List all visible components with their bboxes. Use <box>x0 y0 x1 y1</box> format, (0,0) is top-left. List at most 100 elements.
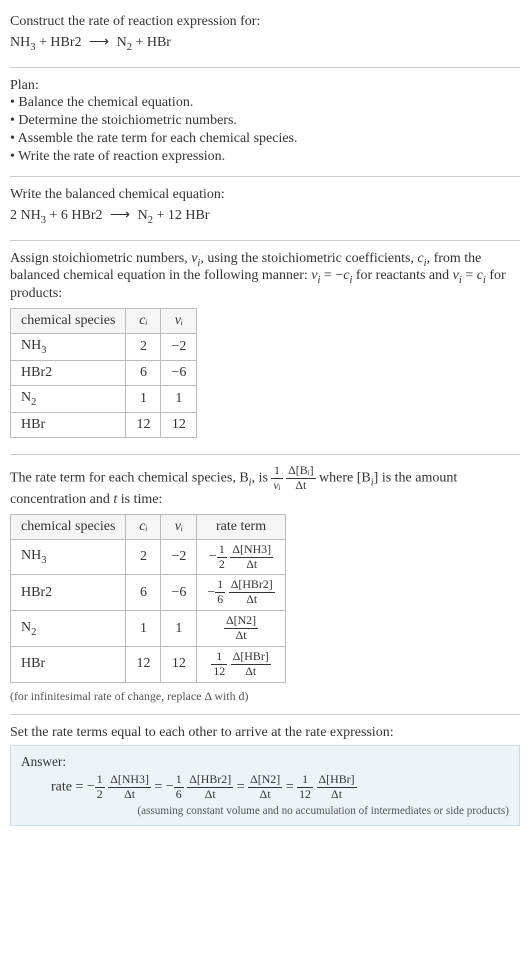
fraction: 16 <box>215 579 225 606</box>
table-cell: 12 <box>126 647 161 683</box>
table-cell: 6 <box>126 575 161 611</box>
table-cell: 6 <box>126 360 161 385</box>
frac-den: νᵢ <box>271 479 282 492</box>
frac-den: Δt <box>229 593 275 606</box>
rate-term: Δ[N2]Δt <box>248 779 282 794</box>
eq-text: 2 NH <box>10 208 41 223</box>
plan-bullet: • Balance the chemical equation. <box>10 94 520 112</box>
intro-equation: NH3 + HBr2 ⟶ N2 + HBr <box>10 34 520 53</box>
balanced-title: Write the balanced chemical equation: <box>10 187 520 203</box>
frac-num: Δ[HBr] <box>317 774 357 788</box>
fraction: Δ[HBr]Δt <box>231 651 271 678</box>
table-row: HBr 12 12 <box>11 412 197 437</box>
fraction: Δ[N2]Δt <box>224 615 258 642</box>
text: The rate term for each chemical species,… <box>10 470 249 485</box>
divider <box>10 176 520 177</box>
table-cell: 1 <box>161 611 197 647</box>
plan-bullet: • Assemble the rate term for each chemic… <box>10 130 520 148</box>
table-cell: −2 <box>161 539 197 575</box>
eq-text: + HBr <box>132 35 171 50</box>
frac-den: Δt <box>230 558 273 571</box>
cell-sub: 3 <box>41 345 46 356</box>
rate-term-text: The rate term for each chemical species,… <box>10 465 520 508</box>
infinitesimal-note: (for infinitesimal rate of change, repla… <box>10 689 520 704</box>
sign: − <box>87 779 95 794</box>
cell-sub: 3 <box>41 555 46 566</box>
table-header-row: chemical species cᵢ νᵢ <box>11 309 197 334</box>
frac-den: 6 <box>174 788 184 801</box>
text: where [B <box>319 470 371 485</box>
table-cell: 2 <box>126 539 161 575</box>
frac-den: Δt <box>108 788 151 801</box>
table-cell: −2 <box>161 334 197 361</box>
stoich-text: Assign stoichiometric numbers, νi, using… <box>10 251 520 303</box>
eq-text: N <box>134 208 148 223</box>
frac-den: 2 <box>95 788 105 801</box>
header-text: cᵢ <box>139 519 147 534</box>
frac-num: 1 <box>174 774 184 788</box>
table-row: N2 1 1 <box>11 385 197 412</box>
table-cell: N2 <box>11 385 126 412</box>
table-header: chemical species <box>11 309 126 334</box>
frac-den: 6 <box>215 593 225 606</box>
balanced-equation: 2 NH3 + 6 HBr2 ⟶ N2 + 12 HBr <box>10 207 520 226</box>
table-row: N2 1 1 Δ[N2]Δt <box>11 611 286 647</box>
balanced-section: Write the balanced chemical equation: 2 … <box>10 181 520 236</box>
header-text: νᵢ <box>175 313 183 328</box>
frac-den: Δt <box>248 788 282 801</box>
frac-num: 1 <box>215 579 225 593</box>
table-row: NH3 2 −2 −12 Δ[NH3]Δt <box>11 539 286 575</box>
frac-num: Δ[NH3] <box>108 774 151 788</box>
table-cell: −16 Δ[HBr2]Δt <box>197 575 285 611</box>
fraction: 112 <box>211 651 227 678</box>
rate-term-table: chemical species cᵢ νᵢ rate term NH3 2 −… <box>10 514 286 683</box>
table-cell: Δ[N2]Δt <box>197 611 285 647</box>
fraction: Δ[HBr2]Δt <box>187 774 233 801</box>
plan-title: Plan: <box>10 78 520 94</box>
table-cell: 12 <box>161 647 197 683</box>
table-header: νᵢ <box>161 514 197 539</box>
rate-term: −16 Δ[HBr2]Δt <box>166 779 233 794</box>
eq-text: + HBr2 <box>35 35 85 50</box>
table-row: HBr2 6 −6 −16 Δ[HBr2]Δt <box>11 575 286 611</box>
eq-text: + 6 HBr2 <box>46 208 106 223</box>
table-cell: NH3 <box>11 539 126 575</box>
cell-text: N <box>21 390 31 405</box>
rate-label: rate = <box>51 779 87 794</box>
rate-term: −12 Δ[NH3]Δt <box>87 779 151 794</box>
divider <box>10 454 520 455</box>
fraction: Δ[HBr]Δt <box>317 774 357 801</box>
answer-note: (assuming constant volume and no accumul… <box>21 805 509 817</box>
frac-num: Δ[N2] <box>224 615 258 629</box>
rate-term-section: The rate term for each chemical species,… <box>10 459 520 710</box>
intro-title: Construct the rate of reaction expressio… <box>10 14 520 30</box>
cell-text: NH <box>21 338 41 353</box>
eq-text: + 12 HBr <box>153 208 210 223</box>
table-cell: HBr2 <box>11 575 126 611</box>
text: for reactants and <box>352 268 452 283</box>
text: Assign stoichiometric numbers, <box>10 251 191 266</box>
table-cell: HBr <box>11 647 126 683</box>
final-section: Set the rate terms equal to each other t… <box>10 719 520 832</box>
frac-den: 2 <box>217 558 227 571</box>
frac-den: Δt <box>187 788 233 801</box>
plan-bullet: • Determine the stoichiometric numbers. <box>10 112 520 130</box>
plan-bullet: • Write the rate of reaction expression. <box>10 148 520 166</box>
plan-section: Plan: • Balance the chemical equation. •… <box>10 72 520 172</box>
frac-den: Δt <box>317 788 357 801</box>
arrow-icon: ⟶ <box>110 208 130 223</box>
stoich-section: Assign stoichiometric numbers, νi, using… <box>10 245 520 450</box>
frac-den: 12 <box>297 788 313 801</box>
answer-equation: rate = −12 Δ[NH3]Δt = −16 Δ[HBr2]Δt = Δ[… <box>51 774 509 801</box>
table-row: HBr 12 12 112 Δ[HBr]Δt <box>11 647 286 683</box>
table-cell: NH3 <box>11 334 126 361</box>
text: = <box>462 268 477 283</box>
table-cell: 112 Δ[HBr]Δt <box>197 647 285 683</box>
frac-den: Δt <box>224 629 258 642</box>
frac-den: Δt <box>286 479 315 492</box>
text: , using the stoichiometric coefficients, <box>200 251 417 266</box>
fraction: Δ[NH3]Δt <box>230 544 273 571</box>
frac-num: 1 <box>297 774 313 788</box>
table-cell: 2 <box>126 334 161 361</box>
sign: − <box>209 549 217 564</box>
